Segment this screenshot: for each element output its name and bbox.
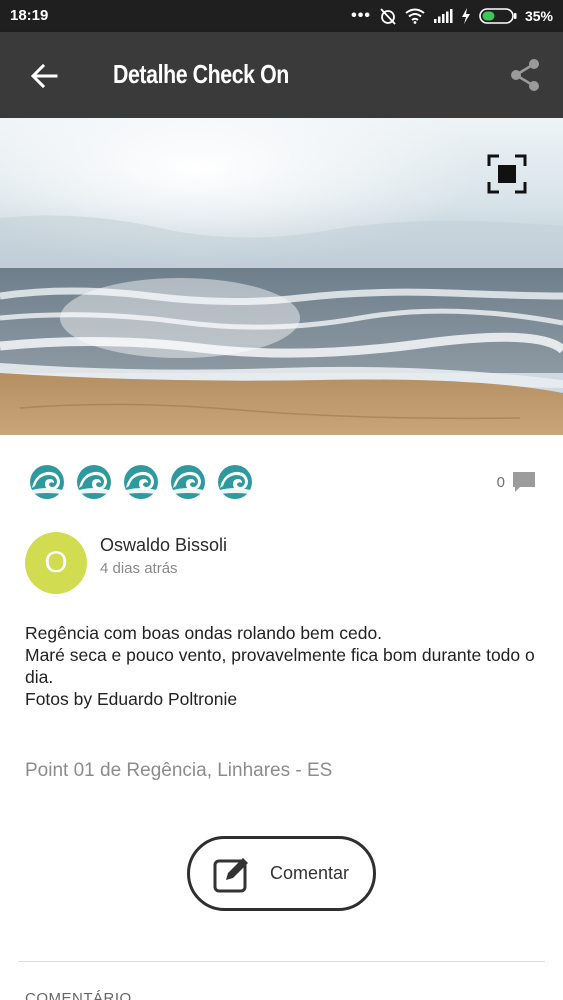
post-line: Fotos by Eduardo Poltronie [25, 689, 238, 709]
wave-icon [30, 465, 64, 499]
wave-icon [124, 465, 158, 499]
comment-button[interactable]: Comentar [187, 836, 376, 911]
comments-count[interactable]: 0 [497, 470, 537, 494]
post-location: Point 01 de Regência, Linhares - ES [25, 760, 333, 781]
beach-photo [0, 118, 563, 435]
divider [18, 961, 545, 962]
more-dots-icon: ••• [351, 7, 371, 24]
post-time: 4 dias atrás [100, 560, 178, 577]
comments-count-value: 0 [496, 473, 505, 491]
wave-icon [218, 465, 252, 499]
battery-percent: 35% [524, 8, 553, 24]
arrow-back-icon[interactable] [28, 60, 60, 92]
wave-rating [29, 464, 253, 500]
post-line: Regência com boas ondas rolando bem cedo… [25, 623, 383, 643]
signal-icon [433, 9, 453, 23]
status-time: 18:19 [10, 7, 49, 24]
comment-button-label: Comentar [270, 863, 350, 883]
post-description: Regência com boas ondas rolando bem cedo… [25, 622, 545, 710]
status-bar: 18:19 ••• 35% [0, 0, 563, 32]
post-line: Maré seca e pouco vento, provavelmente f… [25, 645, 535, 687]
comments-section-label: COMENTÁRIO [25, 990, 132, 1000]
wave-icon [171, 465, 205, 499]
checkon-photo[interactable] [0, 118, 563, 435]
status-icons: ••• 35% [351, 6, 553, 26]
app-bar: Detalhe Check On [0, 32, 563, 118]
avatar[interactable]: O [25, 532, 87, 594]
edit-icon [213, 857, 248, 892]
battery-icon [479, 8, 517, 24]
fullscreen-icon[interactable] [487, 154, 527, 194]
alarm-off-icon [380, 8, 396, 25]
page-title: Detalhe Check On [113, 59, 289, 89]
author-name[interactable]: Oswaldo Bissoli [100, 535, 227, 556]
charging-icon [461, 8, 470, 24]
share-icon[interactable] [509, 58, 541, 92]
wifi-icon [405, 8, 425, 24]
wave-icon [77, 465, 111, 499]
comment-bubble-icon [513, 472, 535, 492]
